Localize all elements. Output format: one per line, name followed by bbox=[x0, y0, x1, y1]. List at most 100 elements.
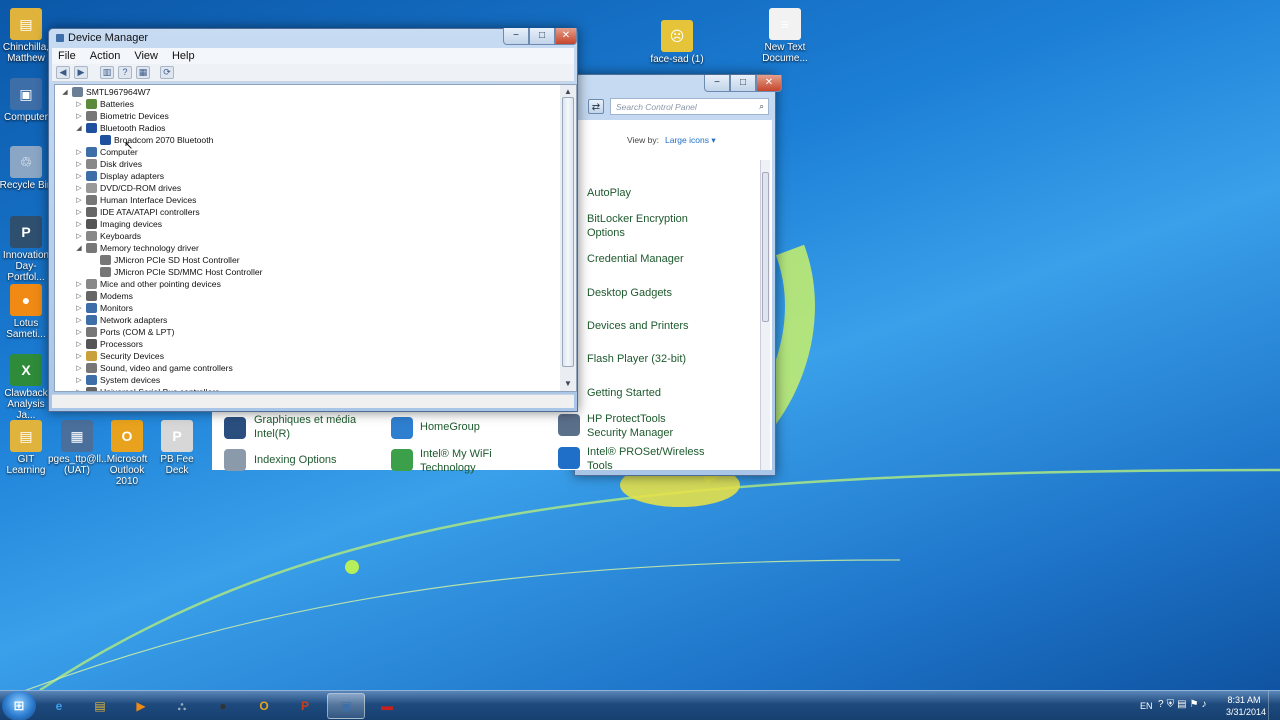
language-indicator[interactable]: EN bbox=[1140, 701, 1153, 711]
tree-item[interactable]: ▷ Mice and other pointing devices bbox=[75, 278, 221, 290]
minimize-icon[interactable]: − bbox=[704, 75, 730, 92]
control-panel-item[interactable]: Flash Player (32-bit) bbox=[587, 352, 705, 366]
expand-toggle-icon[interactable]: ▷ bbox=[75, 196, 83, 204]
desktop-icon[interactable]: ▣ Computer bbox=[0, 78, 55, 123]
close-icon[interactable]: ✕ bbox=[555, 28, 577, 45]
menu-file[interactable]: File bbox=[58, 50, 76, 62]
expand-toggle-icon[interactable]: ▷ bbox=[75, 232, 83, 240]
expand-toggle-icon[interactable]: ▷ bbox=[75, 100, 83, 108]
desktop-icon[interactable]: ● Lotus Sameti... bbox=[0, 284, 55, 340]
maximize-icon[interactable]: □ bbox=[529, 28, 555, 45]
back-icon[interactable]: ◀ bbox=[56, 66, 70, 79]
menu-view[interactable]: View bbox=[134, 50, 158, 62]
desktop-icon[interactable]: ☹ face-sad (1) bbox=[648, 20, 706, 65]
tree-item[interactable]: JMicron PCIe SD Host Controller bbox=[89, 254, 240, 266]
taskbar-powerpoint-button[interactable]: P bbox=[286, 693, 324, 719]
forward-icon[interactable]: ⇄ bbox=[588, 99, 604, 114]
expand-toggle-icon[interactable]: ▷ bbox=[75, 364, 83, 372]
expand-toggle-icon[interactable]: ▷ bbox=[75, 340, 83, 348]
tree-item[interactable]: ◢ SMTL967964W7 bbox=[61, 86, 151, 98]
tree-item[interactable]: ▷ IDE ATA/ATAPI controllers bbox=[75, 206, 200, 218]
search-icon[interactable]: ⌕ bbox=[759, 101, 764, 112]
tree-scrollbar[interactable]: ▲ ▼ bbox=[560, 84, 577, 392]
desktop-icon[interactable]: ≡ New Text Docume... bbox=[756, 8, 814, 64]
menu-help[interactable]: Help bbox=[172, 50, 195, 62]
taskbar-toolbox-button[interactable]: ▬ bbox=[368, 693, 406, 719]
control-panel-item[interactable]: Intel® PROSet/Wireless Tools bbox=[587, 445, 705, 473]
control-panel-item[interactable]: BitLocker Encryption Options bbox=[587, 212, 705, 240]
expand-toggle-icon[interactable]: ▷ bbox=[75, 388, 83, 391]
shield-tray-icon[interactable]: ⛨ bbox=[1167, 699, 1178, 710]
desktop-icon[interactable]: ▤ Chinchilla, Matthew bbox=[0, 8, 55, 64]
tree-item[interactable]: ▷ Processors bbox=[75, 338, 143, 350]
control-panel-item[interactable]: Intel® My WiFi Technology bbox=[420, 447, 530, 477]
control-panel-item[interactable]: Desktop Gadgets bbox=[587, 286, 705, 300]
expand-toggle-icon[interactable]: ▷ bbox=[75, 148, 83, 156]
taskbar-outlook-button[interactable]: O bbox=[245, 693, 283, 719]
control-panel-scrollbar[interactable] bbox=[760, 160, 770, 470]
control-panel-item[interactable]: Indexing Options bbox=[254, 453, 364, 469]
desktop-icon[interactable]: P Innovation Day-Portfol... bbox=[0, 216, 55, 283]
control-panel-item[interactable]: Devices and Printers bbox=[587, 319, 705, 333]
tree-item[interactable]: ▷ Universal Serial Bus controllers bbox=[75, 386, 219, 391]
expand-toggle-icon[interactable]: ▷ bbox=[75, 160, 83, 168]
desktop-icon[interactable]: X Clawback Analysis Ja... bbox=[0, 354, 55, 421]
expand-toggle-icon[interactable]: ▷ bbox=[75, 316, 83, 324]
tree-item[interactable]: ▷ Keyboards bbox=[75, 230, 141, 242]
control-panel-item[interactable]: Credential Manager bbox=[587, 252, 705, 266]
expand-toggle-icon[interactable]: ▷ bbox=[75, 304, 83, 312]
tree-item[interactable]: ▷ Network adapters bbox=[75, 314, 167, 326]
tree-item[interactable]: ▷ Human Interface Devices bbox=[75, 194, 196, 206]
properties-icon[interactable]: ▥ bbox=[100, 66, 114, 79]
tree-item[interactable]: Broadcom 2070 Bluetooth bbox=[89, 134, 213, 146]
tree-item[interactable]: ▷ Display adapters bbox=[75, 170, 164, 182]
taskbar-media-player-button[interactable]: ▶ bbox=[122, 693, 160, 719]
search-input[interactable]: Search Control Panel ⌕ bbox=[610, 98, 769, 115]
scan-hardware-icon[interactable]: ⟳ bbox=[160, 66, 174, 79]
expand-toggle-icon[interactable]: ▷ bbox=[75, 352, 83, 360]
desktop-icon[interactable]: P PB Fee Deck bbox=[148, 420, 206, 476]
expand-toggle-icon[interactable]: ▷ bbox=[75, 376, 83, 384]
scroll-down-icon[interactable]: ▼ bbox=[560, 377, 576, 391]
expand-toggle-icon[interactable]: ▷ bbox=[75, 280, 83, 288]
control-panel-item[interactable]: HomeGroup bbox=[420, 420, 530, 436]
expand-toggle-icon[interactable]: ◢ bbox=[61, 88, 69, 96]
desktop-icon[interactable]: ♲ Recycle Bin bbox=[0, 146, 55, 191]
volume-tray-icon[interactable]: ♪ bbox=[1201, 699, 1209, 710]
control-panel-item[interactable]: HP ProtectTools Security Manager bbox=[587, 412, 705, 440]
clock[interactable]: 8:31 AM 3/31/2014 bbox=[1226, 694, 1266, 718]
taskbar-lotus-button[interactable]: ● bbox=[204, 693, 242, 719]
maximize-icon[interactable]: □ bbox=[730, 75, 756, 92]
expand-toggle-icon[interactable]: ▷ bbox=[75, 184, 83, 192]
tree-item[interactable]: ▷ Monitors bbox=[75, 302, 133, 314]
tree-item[interactable]: ▷ System devices bbox=[75, 374, 160, 386]
expand-toggle-icon[interactable]: ◢ bbox=[75, 124, 83, 132]
control-panel-item[interactable]: Getting Started bbox=[587, 386, 705, 400]
forward-icon[interactable]: ▶ bbox=[74, 66, 88, 79]
tree-item[interactable]: ◢ Bluetooth Radios bbox=[75, 122, 165, 134]
control-panel-item[interactable]: AutoPlay bbox=[587, 186, 705, 200]
show-desktop-button[interactable] bbox=[1268, 691, 1280, 720]
tree-item[interactable]: ▷ Batteries bbox=[75, 98, 134, 110]
tree-item[interactable]: ▷ Biometric Devices bbox=[75, 110, 169, 122]
tree-item[interactable]: ◢ Memory technology driver bbox=[75, 242, 199, 254]
taskbar-device-manager-button[interactable]: ▣ bbox=[327, 693, 365, 719]
expand-toggle-icon[interactable]: ◢ bbox=[75, 244, 83, 252]
view-by-dropdown[interactable]: Large icons ▾ bbox=[665, 135, 716, 146]
taskbar-network-button[interactable]: ⛬ bbox=[163, 693, 201, 719]
network-tray-icon[interactable]: ▤ bbox=[1177, 699, 1189, 710]
tree-item[interactable]: JMicron PCIe SD/MMC Host Controller bbox=[89, 266, 263, 278]
tree-item[interactable]: ▷ Security Devices bbox=[75, 350, 164, 362]
tree-item[interactable]: ▷ Imaging devices bbox=[75, 218, 162, 230]
help-tray-icon[interactable]: ? bbox=[1158, 699, 1167, 710]
expand-toggle-icon[interactable]: ▷ bbox=[75, 208, 83, 216]
flag-tray-icon[interactable]: ⚑ bbox=[1190, 699, 1202, 710]
expand-toggle-icon[interactable]: ▷ bbox=[75, 112, 83, 120]
scroll-thumb[interactable] bbox=[562, 97, 574, 367]
tree-item[interactable]: ▷ Sound, video and game controllers bbox=[75, 362, 233, 374]
expand-toggle-icon[interactable]: ▷ bbox=[75, 292, 83, 300]
scroll-thumb[interactable] bbox=[762, 172, 769, 322]
control-panel-item[interactable]: Graphiques et média Intel(R) bbox=[254, 413, 364, 443]
expand-toggle-icon[interactable]: ▷ bbox=[75, 172, 83, 180]
desktop-icon[interactable]: ▤ GIT Learning bbox=[0, 420, 55, 476]
